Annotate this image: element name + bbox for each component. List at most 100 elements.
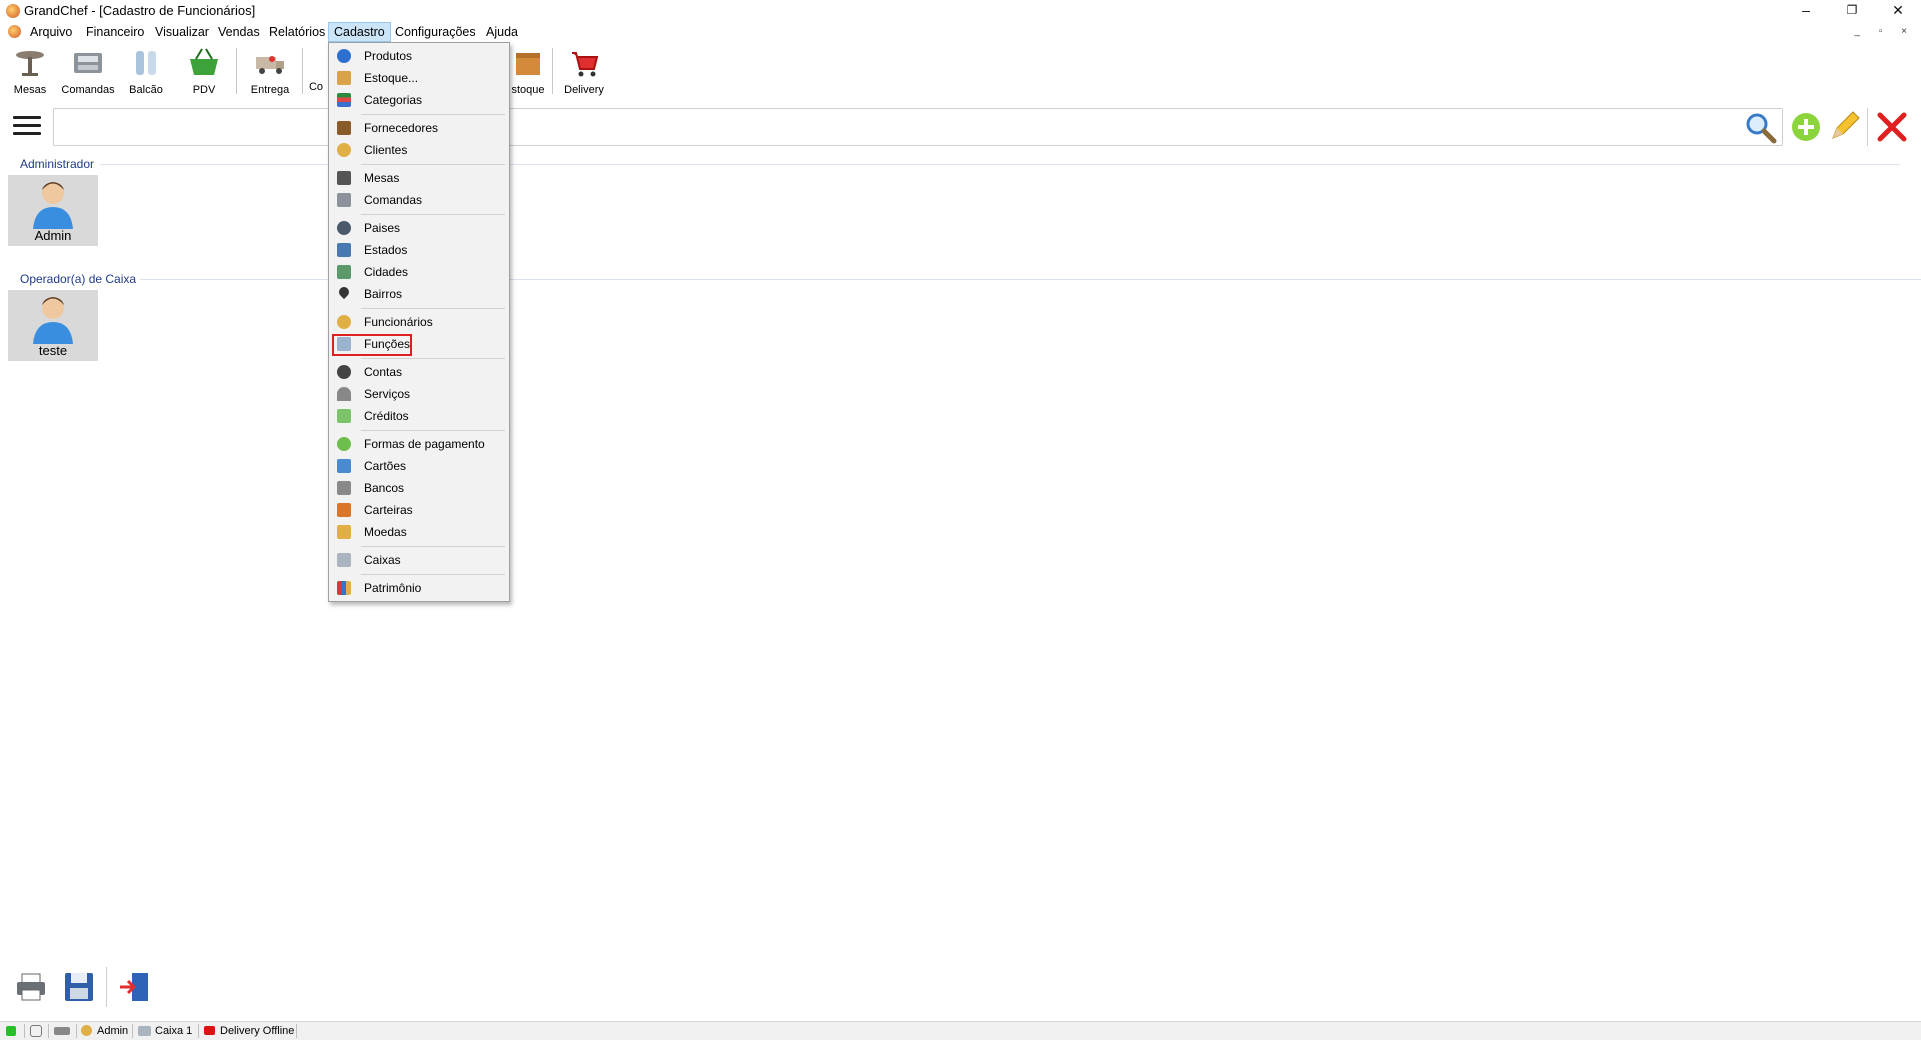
menu-separator: [361, 430, 505, 431]
highlight-box: [332, 334, 412, 356]
toolbar-balcao-button[interactable]: Balcão: [118, 44, 174, 98]
cart-icon: [572, 52, 599, 77]
coins-icon: [337, 525, 351, 539]
group-title-operador-caixa: Operador(a) de Caixa: [20, 272, 137, 286]
menu-item-estoque[interactable]: Estoque...: [331, 68, 507, 88]
menu-item-caixas[interactable]: Caixas: [331, 550, 507, 570]
phone-icon: [30, 1025, 42, 1037]
user-icon: [81, 1025, 92, 1036]
mdi-window-icon[interactable]: [8, 25, 21, 38]
edit-pencil-icon[interactable]: [1827, 110, 1861, 144]
toolbar-pdv-button[interactable]: PDV: [176, 44, 232, 98]
toolbar-separator: [302, 48, 303, 94]
toolbar-delivery-button[interactable]: Delivery: [556, 44, 612, 98]
connection-status-icon: [6, 1026, 16, 1036]
toolbar-mesas-button[interactable]: Mesas: [2, 44, 58, 98]
employee-card-admin[interactable]: Admin: [8, 175, 98, 246]
menu-item-carteiras[interactable]: Carteiras: [331, 500, 507, 520]
menu-item-patrimonio[interactable]: Patrimônio: [331, 578, 507, 598]
title-bar: GrandChef - [Cadastro de Funcionários] –…: [0, 0, 1921, 22]
print-icon[interactable]: [14, 970, 48, 1004]
main-toolbar: Mesas Comandas Balcão PDV Entrega Co sto…: [0, 44, 1921, 98]
menu-configuracoes[interactable]: Configurações: [390, 22, 481, 42]
employee-card-teste[interactable]: teste: [8, 290, 98, 361]
cash-drawer-icon: [138, 1026, 151, 1036]
delivery-truck-icon: [256, 56, 284, 74]
menu-item-servicos[interactable]: Serviços: [331, 384, 507, 404]
user-avatar-icon: [33, 182, 73, 229]
table-icon: [337, 171, 351, 185]
service-bell-icon: [337, 387, 351, 401]
menu-item-bancos[interactable]: Bancos: [331, 478, 507, 498]
cash-register-icon: [74, 53, 102, 73]
menu-item-estados[interactable]: Estados: [331, 240, 507, 260]
search-icon[interactable]: [1743, 110, 1777, 144]
account-icon: [337, 365, 351, 379]
cash-register-icon: [337, 193, 351, 207]
status-separator: [24, 1024, 25, 1038]
menu-item-paises[interactable]: Paises: [331, 218, 507, 238]
map-pin-icon: [336, 284, 352, 300]
menu-item-contas[interactable]: Contas: [331, 362, 507, 382]
menu-separator: [361, 114, 505, 115]
menu-visualizar[interactable]: Visualizar: [150, 22, 214, 42]
menu-separator: [361, 308, 505, 309]
menu-item-moedas[interactable]: Moedas: [331, 522, 507, 542]
city-icon: [337, 265, 351, 279]
menu-ajuda[interactable]: Ajuda: [481, 22, 523, 42]
delete-icon[interactable]: [1875, 110, 1909, 144]
menu-arquivo[interactable]: Arquivo: [25, 22, 77, 42]
toolbar-hidden-button[interactable]: Co: [304, 44, 328, 98]
add-icon[interactable]: [1789, 110, 1823, 144]
payment-icon: [337, 437, 351, 451]
basket-icon: [190, 48, 218, 75]
status-separator: [296, 1024, 297, 1038]
products-icon: [337, 49, 351, 63]
employee-icon: [337, 315, 351, 329]
menu-item-bairros[interactable]: Bairros: [331, 284, 507, 304]
box-icon: [516, 53, 540, 75]
close-button[interactable]: ✕: [1875, 0, 1921, 22]
toolbar-separator: [236, 48, 237, 94]
exit-door-icon[interactable]: [118, 970, 152, 1004]
search-input[interactable]: [53, 108, 1783, 146]
menu-financeiro[interactable]: Financeiro: [81, 22, 149, 42]
menu-item-produtos[interactable]: Produtos: [331, 46, 507, 66]
maximize-button[interactable]: ❐: [1829, 0, 1875, 22]
menu-relatorios[interactable]: Relatórios: [264, 22, 330, 42]
status-separator: [48, 1024, 49, 1038]
menu-item-formas-pagamento[interactable]: Formas de pagamento: [331, 434, 507, 454]
menu-item-cartoes[interactable]: Cartões: [331, 456, 507, 476]
menu-item-fornecedores[interactable]: Fornecedores: [331, 118, 507, 138]
counter-icon: [136, 51, 156, 75]
menu-item-categorias[interactable]: Categorias: [331, 90, 507, 110]
mdi-window-controls[interactable]: _ ▫ ×: [1854, 26, 1915, 37]
menu-item-clientes[interactable]: Clientes: [331, 140, 507, 160]
client-icon: [337, 143, 351, 157]
menu-item-creditos[interactable]: Créditos: [331, 406, 507, 426]
bank-icon: [337, 481, 351, 495]
status-bar: Admin Caixa 1 Delivery Offline: [0, 1021, 1921, 1040]
hamburger-menu-icon[interactable]: [13, 116, 41, 138]
minimize-button[interactable]: –: [1783, 0, 1829, 22]
menu-item-funcionarios[interactable]: Funcionários: [331, 312, 507, 332]
user-avatar-icon: [33, 297, 73, 344]
menu-item-mesas[interactable]: Mesas: [331, 168, 507, 188]
menu-bar: Arquivo Financeiro Visualizar Vendas Rel…: [0, 22, 1921, 42]
toolbar-entrega-button[interactable]: Entrega: [242, 44, 298, 98]
menu-cadastro[interactable]: Cadastro: [328, 22, 391, 42]
status-separator: [132, 1024, 133, 1038]
window-title: GrandChef - [Cadastro de Funcionários]: [24, 3, 256, 18]
save-icon[interactable]: [62, 970, 96, 1004]
books-icon: [337, 581, 351, 595]
menu-item-cidades[interactable]: Cidades: [331, 262, 507, 282]
toolbar-comandas-button[interactable]: Comandas: [60, 44, 116, 98]
action-separator: [1867, 108, 1868, 146]
menu-item-comandas[interactable]: Comandas: [331, 190, 507, 210]
toolbar-separator: [552, 48, 553, 94]
status-delivery: Delivery Offline: [220, 1025, 295, 1037]
menu-vendas[interactable]: Vendas: [213, 22, 265, 42]
credit-icon: [337, 409, 351, 423]
status-separator: [76, 1024, 77, 1038]
globe-icon: [337, 221, 351, 235]
